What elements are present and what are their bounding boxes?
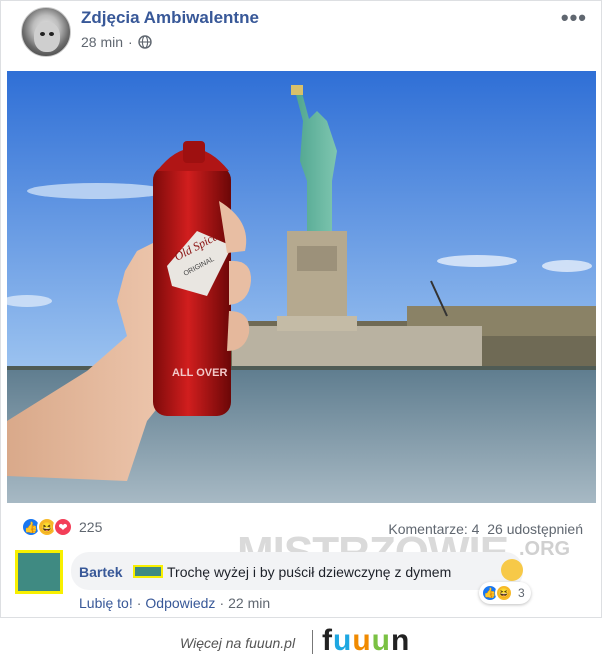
footer-divider [312, 630, 313, 654]
more-dots-icon[interactable]: ••• [561, 5, 587, 31]
comment-reaction-count: 3 [518, 586, 525, 600]
can-line2-label: ALL OVER [172, 367, 227, 379]
post-time[interactable]: 28 min [81, 34, 123, 50]
thinking-emoji-icon [501, 559, 523, 581]
avatar-eye-right [49, 32, 54, 36]
comment-author[interactable]: Bartek [79, 564, 123, 580]
brand-letter: u [352, 624, 372, 657]
reply-button[interactable]: Odpowiedz [145, 595, 215, 611]
page-avatar[interactable] [21, 7, 71, 57]
reactions-summary[interactable]: 👍 😆 ❤ 225 [21, 517, 102, 537]
meta-separator: · [128, 34, 133, 50]
more-on-link[interactable]: Więcej na fuuun.pl [180, 635, 295, 651]
engagement-counts: Komentarze: 4 26 udostępnień [388, 521, 583, 537]
post-photo[interactable]: Old Spice ORIGINAL ALL OVER [7, 71, 596, 503]
shares-count-link[interactable]: 26 udostępnień [487, 521, 583, 537]
comment-text: Trochę wyżej i by puścił dziewczynę z dy… [167, 564, 452, 580]
brand-logo[interactable]: fuuun [322, 624, 410, 658]
brand-letter: n [390, 624, 411, 657]
photo-statue-of-liberty-deodorant: Old Spice ORIGINAL ALL OVER [7, 71, 596, 503]
comment-time[interactable]: 22 min [228, 595, 270, 611]
post-card: Zdjęcia Ambiwalentne 28 min · ••• Old Sp… [0, 0, 602, 618]
love-icon: ❤ [53, 517, 73, 537]
page-name-link[interactable]: Zdjęcia Ambiwalentne [81, 8, 259, 28]
action-separator: · [219, 595, 225, 611]
haha-icon: 😆 [495, 584, 513, 602]
brand-letter: f [322, 624, 333, 657]
action-separator: · [136, 595, 142, 611]
globe-icon[interactable] [138, 35, 152, 49]
reaction-count: 225 [79, 519, 103, 535]
brand-letter: u [371, 624, 391, 657]
brand-letter: u [333, 624, 353, 657]
watermark-suffix: .ORG [519, 538, 571, 560]
comment-actions: Lubię to! · Odpowiedz · 22 min [79, 595, 270, 611]
site-footer [0, 618, 602, 662]
avatar-face [34, 22, 60, 52]
comments-count-link[interactable]: Komentarze: 4 [388, 521, 479, 537]
comment-author-redacted [133, 565, 163, 578]
avatar-eye-left [40, 32, 45, 36]
like-comment-button[interactable]: Lubię to! [79, 595, 133, 611]
commenter-avatar[interactable] [15, 550, 63, 594]
comment-reactions[interactable]: 👍 😆 3 [479, 582, 531, 604]
post-meta: 28 min · [81, 34, 152, 50]
